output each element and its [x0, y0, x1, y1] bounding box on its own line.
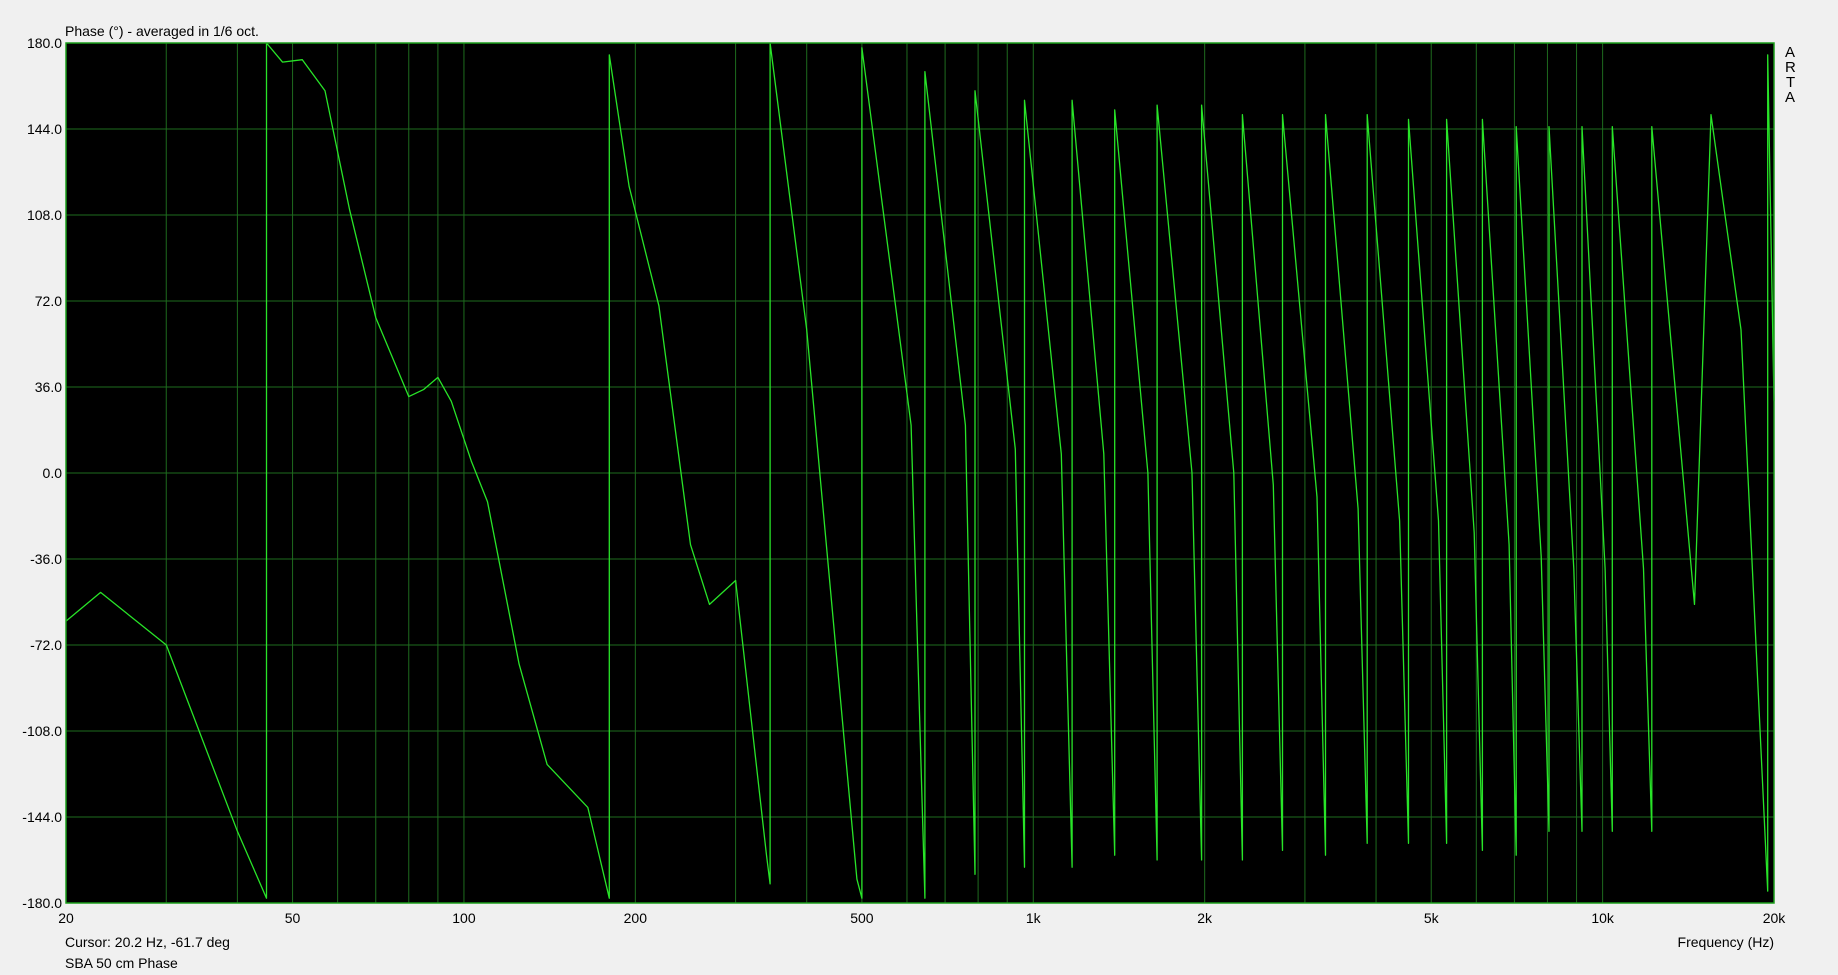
brand-letter: A	[1785, 89, 1795, 106]
y-tick-label: 144.0	[27, 121, 62, 137]
y-tick-label: -72.0	[30, 637, 62, 653]
cursor-readout: Cursor: 20.2 Hz, -61.7 deg	[65, 934, 230, 950]
y-tick-label: 180.0	[27, 35, 62, 51]
x-tick-label: 50	[285, 910, 301, 926]
y-tick-labels: 180.0 144.0 108.0 72.0 36.0 0.0 -36.0 -72.0 -108…	[22, 35, 62, 911]
x-axis-label: Frequency (Hz)	[1678, 934, 1774, 950]
x-tick-label: 2k	[1197, 910, 1213, 926]
y-tick-label: 108.0	[27, 207, 62, 223]
y-tick-label: -180.0	[22, 895, 62, 911]
y-tick-label: 0.0	[43, 465, 63, 481]
y-tick-label: -108.0	[22, 723, 62, 739]
y-tick-label: -144.0	[22, 809, 62, 825]
x-tick-label: 100	[452, 910, 476, 926]
x-tick-label: 5k	[1424, 910, 1440, 926]
x-tick-label: 10k	[1591, 910, 1615, 926]
x-tick-label: 20	[58, 910, 74, 926]
x-tick-label: 200	[624, 910, 648, 926]
x-tick-labels: 20 50 100 200 500 1k 2k 5k 10k 20k	[58, 910, 1786, 926]
y-tick-label: -36.0	[30, 551, 62, 567]
chart-title: Phase (°) - averaged in 1/6 oct.	[65, 23, 259, 39]
trace-name-label: SBA 50 cm Phase	[65, 955, 178, 971]
phase-chart: Phase (°) - averaged in 1/6 oct. 180.0 14…	[22, 23, 1796, 971]
x-tick-label: 20k	[1763, 910, 1787, 926]
y-tick-label: 36.0	[35, 379, 62, 395]
x-tick-label: 500	[850, 910, 874, 926]
y-tick-label: 72.0	[35, 293, 62, 309]
x-tick-label: 1k	[1026, 910, 1042, 926]
